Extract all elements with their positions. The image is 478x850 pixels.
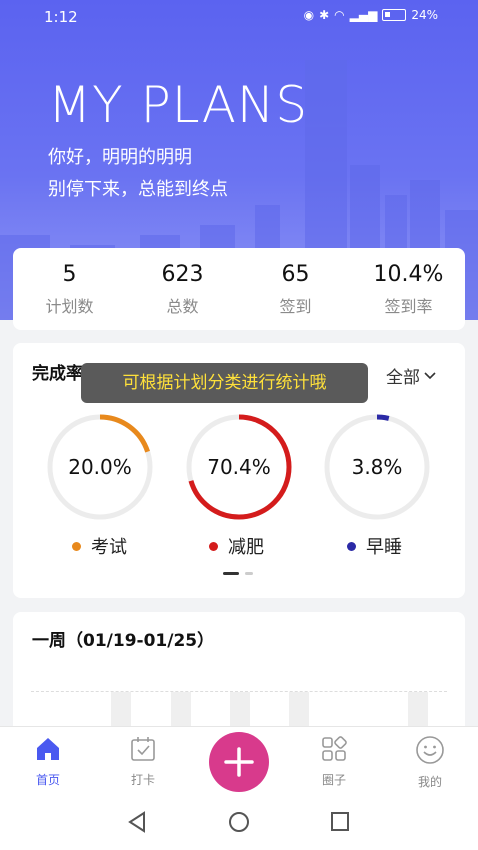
- filter-label: 全部: [386, 368, 420, 388]
- home-icon: [37, 738, 59, 760]
- legend-dot: [209, 541, 218, 551]
- greeting-text: 你好，明明的明明: [48, 147, 192, 168]
- stat-value: 5: [62, 262, 77, 287]
- legend-dot: [72, 541, 81, 551]
- tab-label: 打卡: [130, 773, 155, 787]
- progress-percent: 70.4%: [207, 455, 271, 479]
- stats-card: 5 计划数 623 总数 65 签到 10.4% 签到率: [13, 248, 465, 330]
- legend-dot: [347, 541, 356, 551]
- tab-label: 圈子: [321, 773, 346, 787]
- recents-square-icon[interactable]: [329, 810, 351, 834]
- page-dot-active: [223, 572, 239, 575]
- tab-mine[interactable]: 我的: [395, 735, 465, 790]
- progress-percent: 3.8%: [351, 455, 403, 479]
- stat-label: 总数: [166, 297, 199, 316]
- add-plan-button[interactable]: [209, 732, 269, 792]
- progress-ring-sleep[interactable]: 3.8%: [323, 413, 431, 521]
- page-indicator: [223, 572, 253, 575]
- completion-title: 完成率: [32, 364, 83, 384]
- progress-percent: 20.0%: [68, 455, 132, 479]
- bluetooth-icon: ✱: [319, 8, 330, 22]
- stat-value: 623: [161, 262, 204, 287]
- tab-label: 首页: [35, 773, 60, 787]
- progress-ring-exam[interactable]: 20.0%: [46, 413, 154, 521]
- battery-percent: 24%: [411, 8, 438, 22]
- apps-grid-icon: [322, 736, 347, 761]
- page-dot: [245, 572, 253, 575]
- plus-icon: [224, 747, 254, 777]
- tab-home[interactable]: 首页: [13, 735, 83, 788]
- smiley-face-icon: [416, 736, 444, 764]
- hint-tooltip[interactable]: 可根据计划分类进行统计哦: [81, 363, 368, 403]
- status-time: 1:12: [44, 8, 78, 26]
- legend-label: 减肥: [228, 537, 264, 558]
- back-icon[interactable]: [126, 810, 148, 834]
- calendar-check-icon: [131, 737, 155, 761]
- stat-total[interactable]: 623 总数: [126, 248, 239, 330]
- week-title: 一周（01/19-01/25）: [32, 631, 215, 651]
- stat-label: 签到率: [384, 297, 433, 316]
- progress-ring-diet[interactable]: 70.4%: [185, 413, 293, 521]
- legend-sleep: 早睡: [347, 533, 402, 559]
- legend-diet: 减肥: [209, 533, 264, 559]
- stat-label: 签到: [279, 297, 312, 316]
- stat-checkin-rate[interactable]: 10.4% 签到率: [352, 248, 465, 330]
- legend-exam: 考试: [72, 533, 127, 559]
- eye-icon: ◉: [303, 8, 315, 22]
- system-nav-bar: [0, 796, 478, 850]
- home-circle-icon[interactable]: [227, 810, 251, 834]
- bottom-tab-bar: 首页 打卡 圈子 我的: [0, 726, 478, 796]
- battery-icon: [382, 9, 407, 21]
- stat-label: 计划数: [45, 297, 94, 316]
- legend-label: 早睡: [366, 537, 402, 558]
- stat-value: 10.4%: [373, 262, 444, 287]
- signal-icon: ▂▄▆: [349, 8, 378, 22]
- stat-value: 65: [281, 262, 310, 287]
- stat-plans[interactable]: 5 计划数: [13, 248, 126, 330]
- wifi-icon: ◠: [334, 8, 345, 22]
- page-title: MY PLANS: [48, 76, 309, 134]
- tab-label: 我的: [417, 775, 442, 789]
- status-bar: 1:12 ◉ ✱ ◠ ▂▄▆ 24%: [0, 6, 478, 30]
- motto-text: 别停下来，总能到终点: [48, 179, 228, 200]
- legend-label: 考试: [91, 537, 127, 558]
- chevron-down-icon: [424, 371, 436, 379]
- category-filter-dropdown[interactable]: 全部: [386, 363, 437, 388]
- stat-checkins[interactable]: 65 签到: [239, 248, 352, 330]
- tab-checkin[interactable]: 打卡: [108, 735, 178, 788]
- tab-circle[interactable]: 圈子: [299, 735, 369, 788]
